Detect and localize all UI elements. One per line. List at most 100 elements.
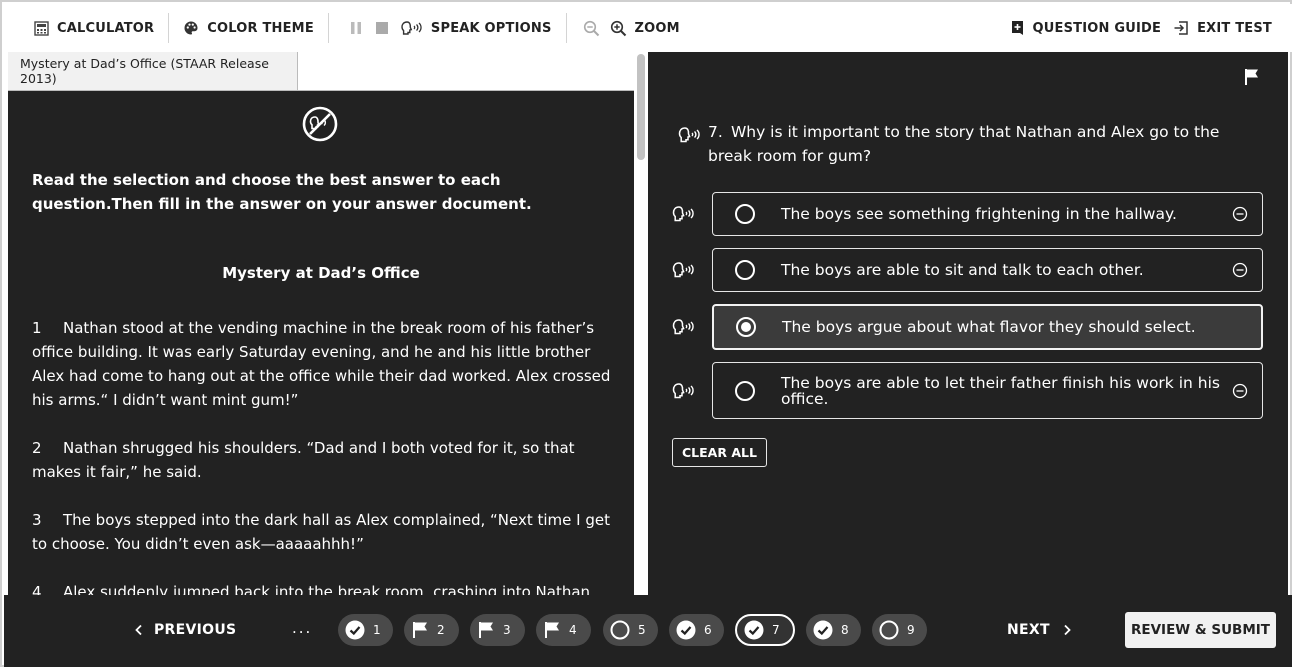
option-text: The boys see something frightening in th… bbox=[781, 205, 1177, 223]
option-speak-button[interactable] bbox=[672, 261, 712, 279]
toolbar-divider bbox=[168, 13, 170, 43]
option-text: The boys are able to sit and talk to eac… bbox=[781, 261, 1144, 279]
passage-paragraph: 3 The boys stepped into the dark hall as … bbox=[32, 508, 612, 556]
question-pill-9[interactable]: 9 bbox=[872, 614, 927, 646]
question-pill-8[interactable]: 8 bbox=[806, 614, 861, 646]
zoom-out-button[interactable] bbox=[569, 4, 606, 52]
toolbar-divider bbox=[327, 13, 329, 43]
radio-button[interactable] bbox=[735, 204, 755, 224]
question-guide-label: QUESTION GUIDE bbox=[1032, 20, 1162, 36]
next-button[interactable]: NEXT bbox=[1007, 615, 1072, 645]
calculator-label: CALCULATOR bbox=[57, 20, 155, 36]
question-pill-number: 5 bbox=[638, 623, 646, 637]
pause-button[interactable] bbox=[331, 4, 369, 52]
question-pill-number: 9 bbox=[907, 623, 915, 637]
previous-label: PREVIOUS bbox=[154, 622, 237, 638]
question-pill-1[interactable]: 1 bbox=[338, 614, 393, 646]
question-pill-number: 8 bbox=[841, 623, 849, 637]
clear-all-button[interactable]: CLEAR ALL bbox=[672, 438, 767, 467]
eliminate-icon[interactable] bbox=[1232, 383, 1248, 399]
paragraph-text: Alex suddenly jumped back into the break… bbox=[63, 583, 595, 595]
passage-paragraph: 1 Nathan stood at the vending machine in … bbox=[32, 316, 612, 412]
passage-paragraph: 4 Alex suddenly jumped back into the brea… bbox=[32, 580, 612, 595]
chevron-right-icon bbox=[1064, 624, 1071, 636]
option-speak-button[interactable] bbox=[672, 205, 712, 223]
paragraph-number: 2 bbox=[32, 439, 42, 457]
option-speak-button[interactable] bbox=[672, 382, 712, 400]
eliminate-icon[interactable] bbox=[1232, 262, 1248, 278]
empty-circle-icon bbox=[610, 620, 630, 640]
speaking-head-icon bbox=[672, 382, 694, 398]
question-guide-button[interactable]: QUESTION GUIDE bbox=[1010, 4, 1170, 52]
question-pill-number: 4 bbox=[569, 623, 577, 637]
story-title: Mystery at Dad’s Office bbox=[222, 264, 420, 282]
passage-tab-title: Mystery at Dad’s Office (STAAR Release 2… bbox=[20, 56, 269, 86]
check-circle-icon bbox=[744, 620, 764, 640]
review-submit-button[interactable]: REVIEW & SUBMIT bbox=[1125, 612, 1276, 648]
option-button[interactable]: The boys see something frightening in th… bbox=[712, 192, 1263, 236]
stop-button[interactable] bbox=[369, 4, 395, 52]
answer-option-a: The boys see something frightening in th… bbox=[672, 192, 1264, 236]
paragraph-text: Nathan stood at the vending machine in t… bbox=[32, 319, 611, 409]
answer-option-d: The boys are able to let their father fi… bbox=[672, 362, 1264, 419]
passage-instructions: Read the selection and choose the best a… bbox=[32, 171, 532, 213]
answer-option-c: The boys argue about what flavor they sh… bbox=[672, 304, 1264, 350]
flag-icon bbox=[479, 622, 493, 638]
option-button[interactable]: The boys are able to sit and talk to eac… bbox=[712, 248, 1263, 292]
question-pill-3[interactable]: 3 bbox=[470, 614, 525, 646]
question-pill-6[interactable]: 6 bbox=[669, 614, 724, 646]
passage-paragraph: 2 Nathan shrugged his shoulders. “Dad and… bbox=[32, 436, 612, 484]
option-button[interactable]: The boys are able to let their father fi… bbox=[712, 362, 1263, 419]
color-theme-button[interactable]: COLOR THEME bbox=[171, 4, 326, 52]
radio-button[interactable] bbox=[735, 380, 755, 401]
question-pill-4[interactable]: 4 bbox=[536, 614, 591, 646]
speaking-head-icon bbox=[672, 262, 694, 278]
zoom-label: ZOOM bbox=[634, 20, 680, 36]
speak-options-label: SPEAK OPTIONS bbox=[430, 20, 552, 36]
test-window: CALCULATOR COLOR THEME SPEAK OPTIONS ZOO… bbox=[0, 0, 1292, 667]
option-button-selected[interactable]: The boys argue about what flavor they sh… bbox=[712, 304, 1263, 350]
question-pill-7-current[interactable]: 7 bbox=[735, 614, 795, 646]
question-speak-button[interactable] bbox=[678, 126, 702, 148]
zoom-in-icon bbox=[610, 20, 626, 36]
exit-test-label: EXIT TEST bbox=[1197, 20, 1272, 36]
toolbar: CALCULATOR COLOR THEME SPEAK OPTIONS ZOO… bbox=[4, 4, 1292, 52]
toolbar-divider bbox=[565, 13, 567, 43]
paragraph-number: 1 bbox=[32, 319, 42, 337]
scrollbar-thumb[interactable] bbox=[637, 54, 645, 160]
question-text: 7. Why is it important to the story that… bbox=[708, 120, 1248, 168]
paragraph-number: 4 bbox=[32, 583, 42, 595]
zoom-out-icon bbox=[583, 20, 599, 36]
more-questions-ellipsis[interactable]: ... bbox=[292, 619, 312, 637]
eliminate-icon[interactable] bbox=[1232, 206, 1248, 222]
question-pill-2[interactable]: 2 bbox=[404, 614, 459, 646]
next-label: NEXT bbox=[1007, 622, 1050, 638]
calculator-button[interactable]: CALCULATOR bbox=[4, 4, 166, 52]
question-guide-icon bbox=[1011, 21, 1023, 35]
answer-option-b: The boys are able to sit and talk to eac… bbox=[672, 248, 1264, 292]
zoom-in-button[interactable]: ZOOM bbox=[606, 4, 692, 52]
speak-options-button[interactable]: SPEAK OPTIONS bbox=[395, 4, 564, 52]
question-pill-number: 7 bbox=[772, 623, 780, 637]
option-text: The boys are able to let their father fi… bbox=[781, 373, 1220, 408]
exit-test-button[interactable]: EXIT TEST bbox=[1169, 4, 1272, 52]
question-pill-number: 3 bbox=[503, 623, 511, 637]
speaking-head-icon bbox=[678, 127, 700, 143]
option-speak-button[interactable] bbox=[672, 318, 712, 336]
previous-button[interactable]: PREVIOUS bbox=[134, 615, 236, 645]
exit-icon bbox=[1174, 21, 1188, 35]
stop-icon bbox=[375, 22, 388, 34]
speaking-head-icon bbox=[401, 21, 422, 35]
passage-tab[interactable]: Mystery at Dad’s Office (STAAR Release 2… bbox=[8, 52, 298, 90]
radio-button-selected[interactable] bbox=[736, 317, 756, 337]
empty-circle-icon bbox=[879, 620, 899, 640]
bottom-nav: PREVIOUS ... 1 2 3 4 5 6 7 8 9 NEXT REVI… bbox=[4, 595, 1292, 667]
question-pill-5[interactable]: 5 bbox=[603, 614, 658, 646]
question-pill-number: 1 bbox=[373, 623, 381, 637]
passage-pane[interactable]: Mystery at Dad’s Office (STAAR Release 2… bbox=[8, 52, 634, 595]
question-pane: 7. Why is it important to the story that… bbox=[648, 52, 1288, 595]
paragraph-number: 3 bbox=[32, 511, 42, 529]
radio-button[interactable] bbox=[735, 260, 755, 280]
radio-dot bbox=[741, 322, 751, 332]
flag-question-button[interactable] bbox=[1244, 68, 1260, 90]
